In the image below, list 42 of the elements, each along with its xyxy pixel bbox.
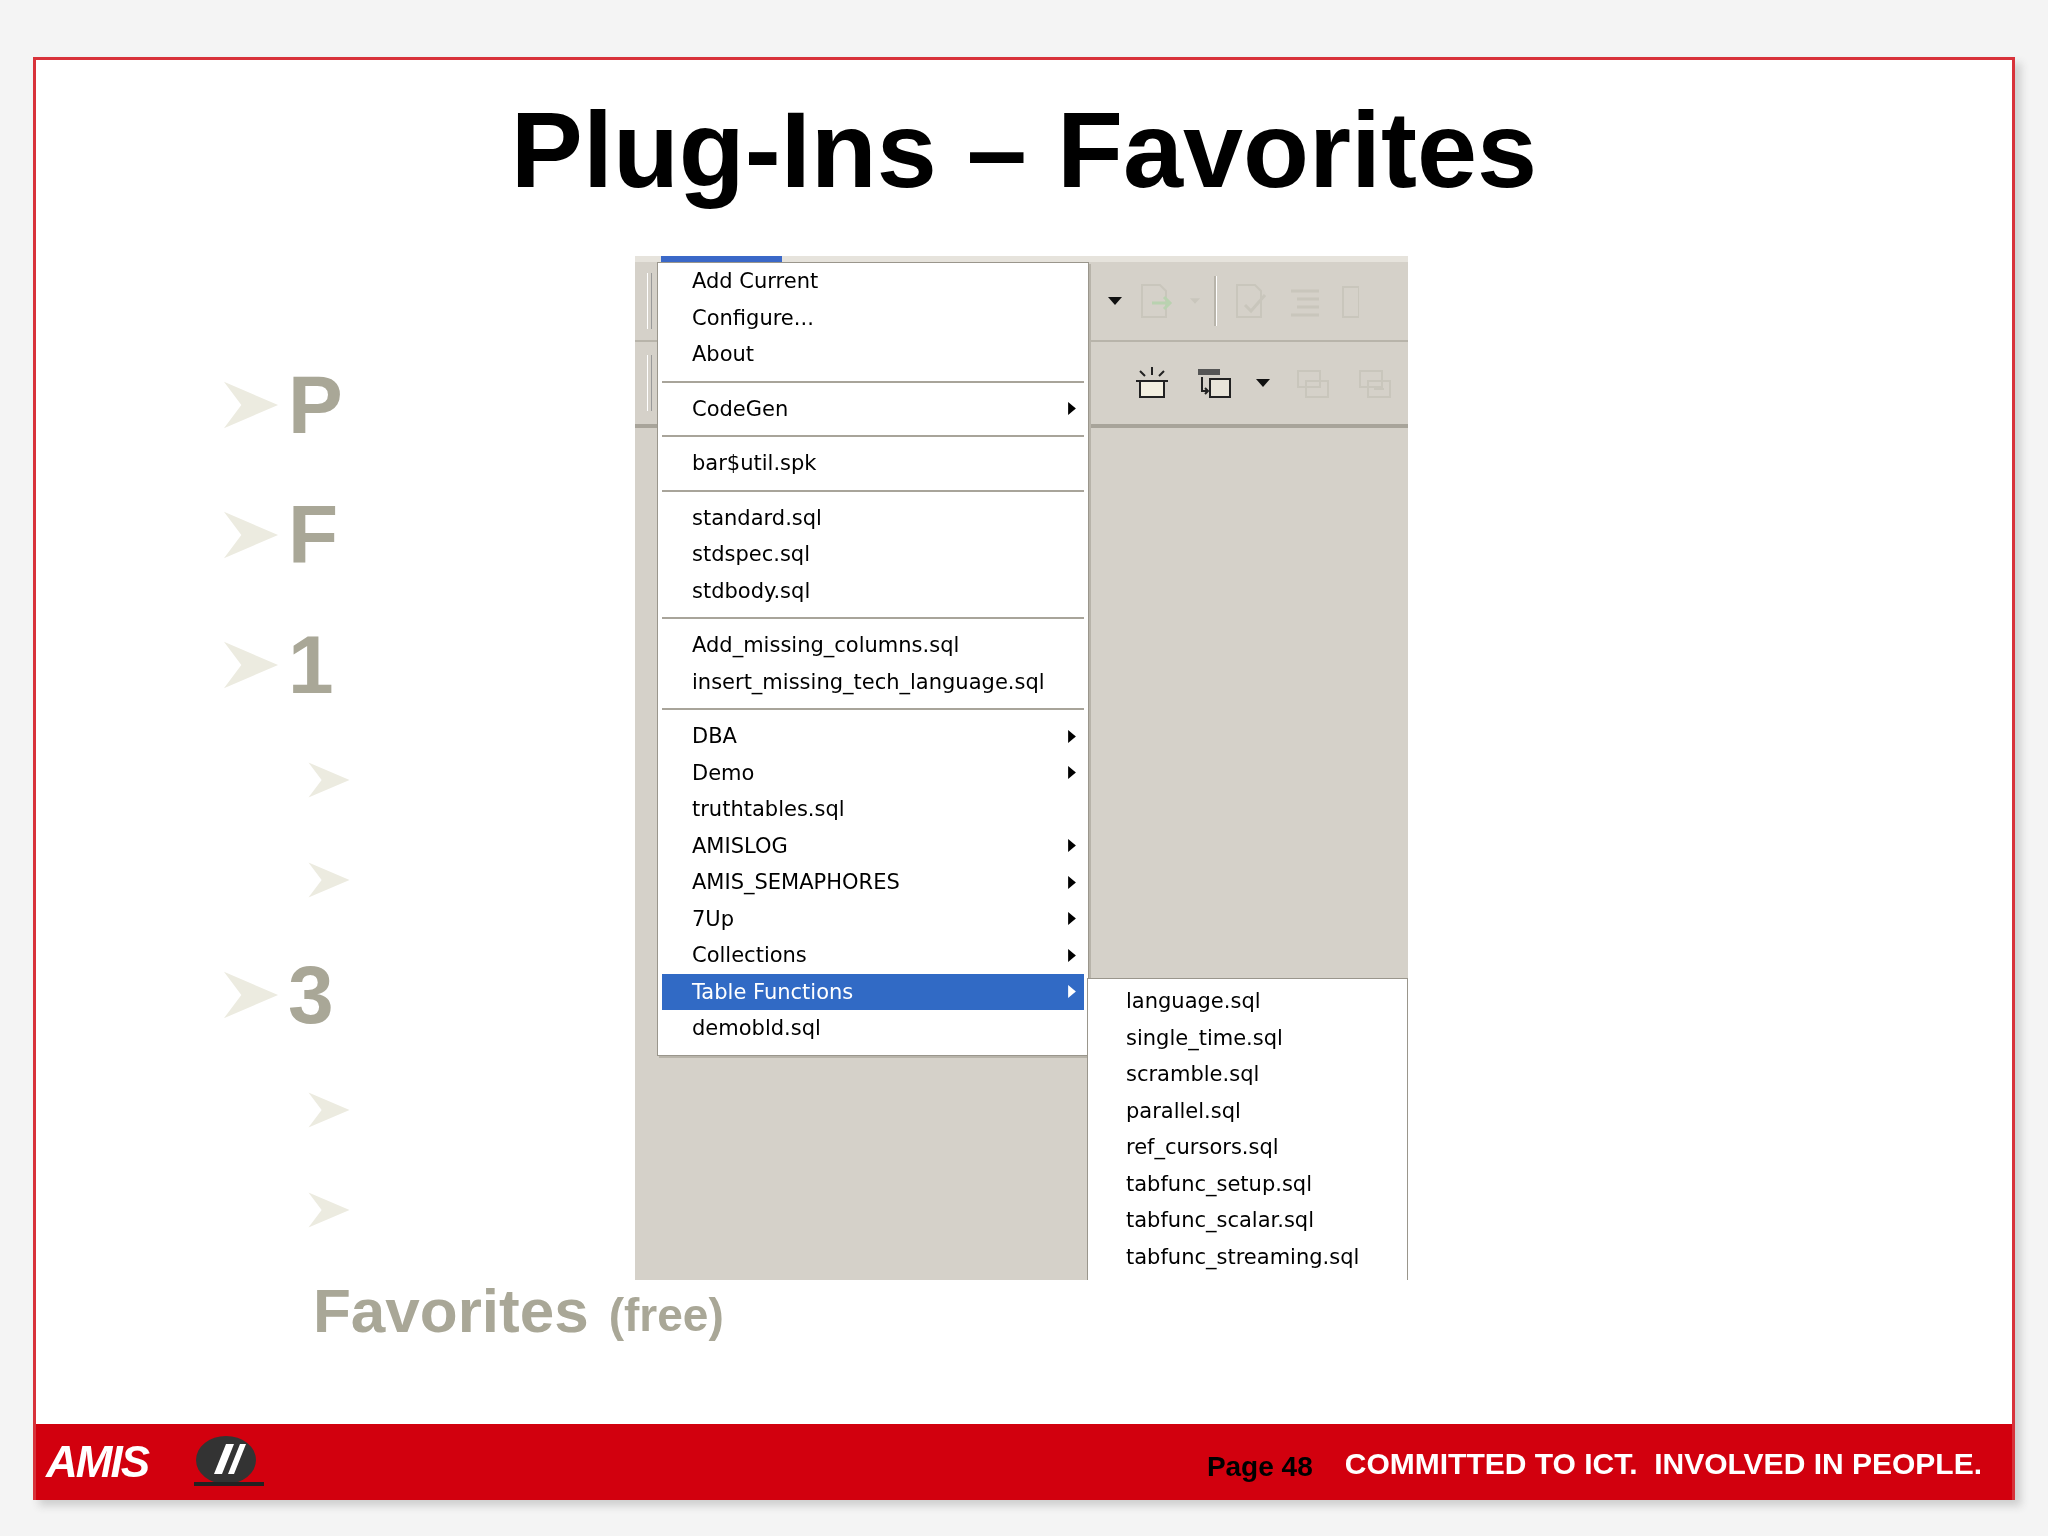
caret-icon[interactable]	[1256, 379, 1270, 387]
page-number: Page 48	[1206, 1450, 1313, 1483]
menu-item[interactable]: ref_cursors.sql	[1088, 1129, 1407, 1166]
menu-item[interactable]: standard.sql	[662, 499, 1084, 536]
menu-item[interactable]: truthtables.sql	[662, 791, 1084, 828]
menu-item[interactable]: tabfunc_scalar.sql	[1088, 1202, 1407, 1239]
menu-item[interactable]: Add_missing_columns.sql	[662, 627, 1084, 664]
slogan: COMMITTED TO ICT. INVOLVED IN PEOPLE.	[1344, 1446, 1982, 1481]
menu-item[interactable]: Add Current	[662, 263, 1084, 300]
menu-item[interactable]: AMIS_SEMAPHORES	[662, 864, 1084, 901]
menu-item[interactable]: CodeGen	[662, 390, 1084, 427]
slide-title: Plug-Ins – Favorites	[510, 92, 1538, 208]
menu-item[interactable]: Collections	[662, 937, 1084, 974]
menu-item[interactable]: DBA	[662, 718, 1084, 755]
bullet-text: F	[288, 488, 339, 582]
menu-item[interactable]: tabfunc_streaming.sql	[1088, 1238, 1407, 1275]
menu-item[interactable]: stdbody.sql	[662, 572, 1084, 609]
menu-item[interactable]: scramble.sql	[1088, 1056, 1407, 1093]
bullet-text: P	[288, 358, 343, 452]
menu-item[interactable]: insert_missing_tech_language.sql	[662, 663, 1084, 700]
menu-item[interactable]: single_time.sql	[1088, 1019, 1407, 1056]
menu-bar-tab[interactable]	[661, 256, 782, 262]
bullet-note: (free)	[608, 1288, 724, 1342]
bullet-text: Favorites	[313, 1274, 589, 1346]
menu-item[interactable]: demobld.sql	[662, 1010, 1084, 1047]
toolbar-grip	[647, 273, 652, 329]
menu-item[interactable]: stdspec.sql	[662, 536, 1084, 573]
menu-item[interactable]: About	[662, 336, 1084, 373]
menu-item[interactable]: tabfunc_setup.sql	[1088, 1165, 1407, 1202]
caret-icon[interactable]	[1108, 297, 1122, 305]
menu-item[interactable]: AMISLOG	[662, 827, 1084, 864]
bullet-text: 1	[288, 618, 334, 712]
menu-item[interactable]: Demo	[662, 754, 1084, 791]
company-logo: AMIS	[46, 1437, 148, 1487]
bullet-text: 3	[288, 948, 334, 1042]
menu-item[interactable]: Configure...	[662, 299, 1084, 336]
toolbar-grip	[647, 355, 652, 411]
menu-item[interactable]: 7Up	[662, 900, 1084, 937]
menu-item[interactable]: language.sql	[1088, 983, 1407, 1020]
menu-item[interactable]: bar$util.spk	[662, 445, 1084, 482]
menu-item[interactable]: parallel.sql	[1088, 1092, 1407, 1129]
menu-item[interactable]: Table Functions	[662, 973, 1084, 1010]
